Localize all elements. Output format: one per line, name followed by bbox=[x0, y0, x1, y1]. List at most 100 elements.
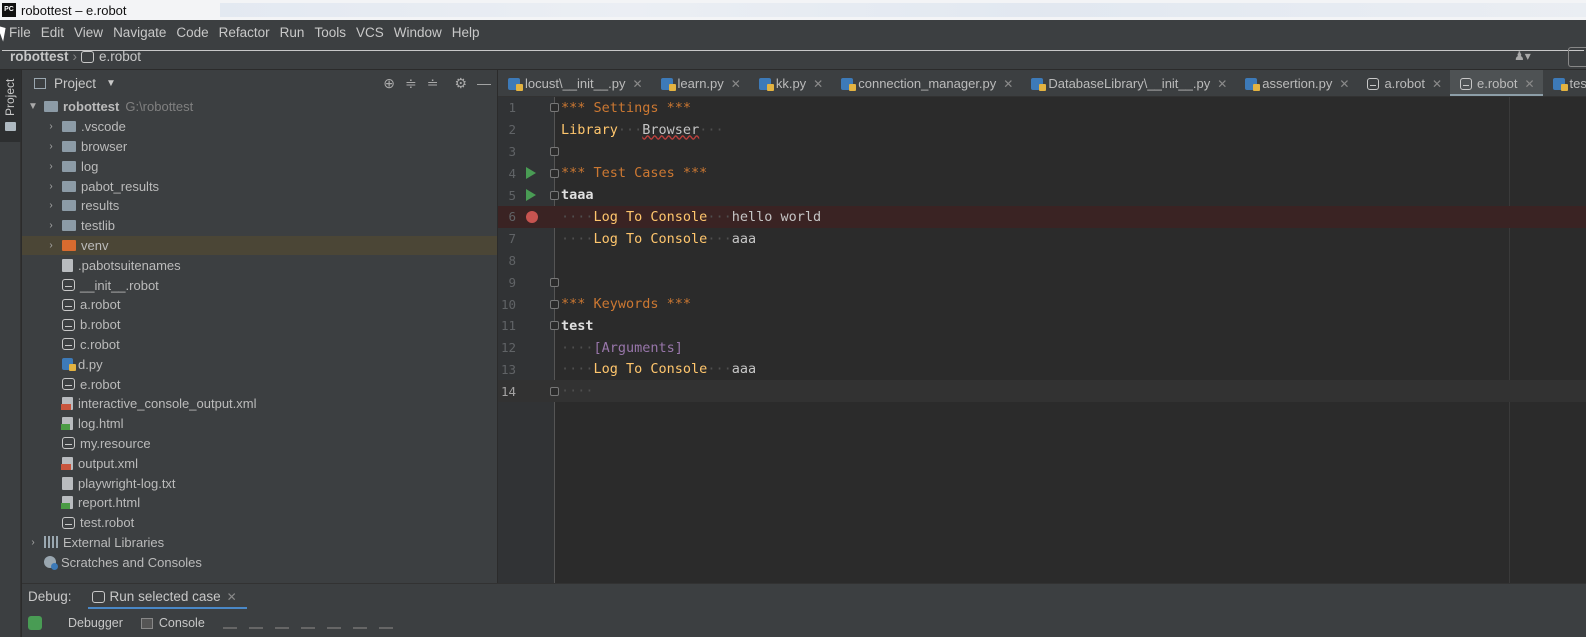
gear-icon[interactable]: ⚙ bbox=[454, 75, 467, 92]
code-line[interactable]: 12 ····[Arguments] bbox=[498, 337, 1586, 359]
close-icon[interactable]: ✕ bbox=[227, 590, 237, 604]
tree-item[interactable]: report.html bbox=[22, 493, 497, 513]
bug-icon[interactable] bbox=[28, 616, 42, 630]
close-icon[interactable]: ✕ bbox=[813, 77, 823, 91]
menu-run[interactable]: Run bbox=[275, 25, 310, 40]
fold-marker-icon[interactable] bbox=[550, 277, 559, 287]
tree-item[interactable]: › browser bbox=[22, 137, 497, 157]
tree-scratches[interactable]: Scratches and Consoles bbox=[22, 552, 497, 572]
chevron-right-icon[interactable]: › bbox=[26, 537, 40, 548]
editor-tab[interactable]: learn.py ✕ bbox=[651, 70, 749, 96]
chevron-down-icon[interactable]: ▼ bbox=[26, 101, 40, 112]
code-line[interactable]: 13 ····Log To Console···aaa bbox=[498, 359, 1586, 381]
menu-view[interactable]: View bbox=[69, 25, 108, 40]
tree-external-libraries[interactable]: › External Libraries bbox=[22, 533, 497, 553]
run-test-icon[interactable] bbox=[526, 167, 536, 180]
code-line[interactable]: 8 bbox=[498, 250, 1586, 272]
fold-marker-icon[interactable] bbox=[550, 321, 559, 331]
debugger-tab[interactable]: Debugger bbox=[68, 616, 123, 630]
minimize-icon[interactable]: — bbox=[477, 75, 491, 92]
fold-marker-icon[interactable] bbox=[550, 103, 559, 113]
step-out-icon[interactable] bbox=[326, 617, 341, 629]
close-icon[interactable]: ✕ bbox=[632, 77, 642, 91]
code-line[interactable]: 10 *** Keywords *** bbox=[498, 293, 1586, 315]
debug-session-tab[interactable]: Run selected case ✕ bbox=[87, 584, 247, 610]
step-into-icon[interactable] bbox=[274, 617, 289, 629]
tree-item[interactable]: b.robot bbox=[22, 315, 497, 335]
tree-item[interactable]: › pabot_results bbox=[22, 176, 497, 196]
project-panel-title[interactable]: Project bbox=[54, 76, 96, 91]
tree-item[interactable]: log.html bbox=[22, 414, 497, 434]
code-line[interactable]: 4 *** Test Cases *** bbox=[498, 162, 1586, 184]
fold-marker-icon[interactable] bbox=[550, 190, 559, 200]
code-line[interactable]: 6 ····Log To Console···hello world bbox=[498, 206, 1586, 228]
code-line[interactable]: 3 bbox=[498, 141, 1586, 163]
code-line[interactable]: 2 Library···Browser··· bbox=[498, 119, 1586, 141]
editor-tab[interactable]: assertion.py ✕ bbox=[1235, 70, 1357, 96]
editor-tab[interactable]: connection_manager.py ✕ bbox=[831, 70, 1021, 96]
tree-root[interactable]: ▼ robottest G:\robottest bbox=[22, 97, 497, 117]
code-line[interactable]: 5 taaa bbox=[498, 184, 1586, 206]
editor-tab[interactable]: DatabaseLibrary\__init__.py ✕ bbox=[1021, 70, 1235, 96]
close-icon[interactable]: ✕ bbox=[1003, 77, 1013, 91]
editor-tab[interactable]: locust\__init__.py ✕ bbox=[498, 70, 651, 96]
list-icon[interactable] bbox=[222, 617, 237, 629]
close-icon[interactable]: ✕ bbox=[1217, 77, 1227, 91]
tree-item[interactable]: test.robot bbox=[22, 513, 497, 533]
close-icon[interactable]: ✕ bbox=[731, 77, 741, 91]
tree-item[interactable]: › .vscode bbox=[22, 117, 497, 137]
tree-item[interactable]: output.xml bbox=[22, 453, 497, 473]
console-tab[interactable]: Console bbox=[140, 616, 205, 630]
editor-tab[interactable]: testlib. bbox=[1543, 70, 1586, 96]
run-config-button[interactable] bbox=[1568, 47, 1586, 67]
code-line[interactable]: 7 ····Log To Console···aaa bbox=[498, 228, 1586, 250]
chevron-right-icon[interactable]: › bbox=[44, 141, 58, 152]
breadcrumb-project[interactable]: robottest bbox=[10, 49, 69, 64]
editor-tab[interactable]: kk.py ✕ bbox=[749, 70, 831, 96]
chevron-right-icon[interactable]: › bbox=[44, 161, 58, 172]
tree-item[interactable]: interactive_console_output.xml bbox=[22, 394, 497, 414]
tree-item[interactable]: .pabotsuitenames bbox=[22, 255, 497, 275]
tree-item[interactable]: playwright-log.txt bbox=[22, 473, 497, 493]
tree-item[interactable]: __init__.robot bbox=[22, 275, 497, 295]
tree-item[interactable]: my.resource bbox=[22, 434, 497, 454]
menu-navigate[interactable]: Navigate bbox=[108, 25, 171, 40]
menu-window[interactable]: Window bbox=[389, 25, 447, 40]
tree-item[interactable]: › results bbox=[22, 196, 497, 216]
step-into-my-code-icon[interactable] bbox=[300, 617, 315, 629]
editor-tab[interactable]: e.robot ✕ bbox=[1450, 70, 1543, 96]
close-icon[interactable]: ✕ bbox=[1432, 77, 1442, 91]
run-to-cursor-icon[interactable] bbox=[352, 617, 367, 629]
code-editor[interactable]: 1 *** Settings *** 2 Library···Browser··· 3 4… bbox=[498, 97, 1586, 583]
breakpoint-icon[interactable] bbox=[526, 210, 538, 223]
locate-file-icon[interactable]: ⊕ bbox=[383, 75, 395, 92]
chevron-right-icon[interactable]: › bbox=[44, 200, 58, 211]
fold-marker-icon[interactable] bbox=[550, 168, 559, 178]
run-test-icon[interactable] bbox=[526, 189, 536, 202]
expand-all-icon[interactable]: ≑ bbox=[405, 75, 417, 92]
code-line[interactable]: 11 test bbox=[498, 315, 1586, 337]
menu-help[interactable]: Help bbox=[447, 25, 485, 40]
tree-item[interactable]: a.robot bbox=[22, 295, 497, 315]
menu-code[interactable]: Code bbox=[171, 25, 213, 40]
editor-tab[interactable]: a.robot ✕ bbox=[1357, 70, 1450, 96]
chevron-right-icon[interactable]: › bbox=[44, 240, 58, 251]
fold-marker-icon[interactable] bbox=[550, 146, 559, 156]
menu-tools[interactable]: Tools bbox=[309, 25, 351, 40]
menu-edit[interactable]: Edit bbox=[36, 25, 69, 40]
chevron-right-icon[interactable]: › bbox=[44, 181, 58, 192]
tree-item[interactable]: › venv bbox=[22, 235, 497, 256]
chevron-right-icon[interactable]: › bbox=[44, 220, 58, 231]
code-line[interactable]: 14 ···· bbox=[498, 380, 1586, 403]
chevron-right-icon[interactable]: › bbox=[44, 121, 58, 132]
tree-item[interactable]: d.py bbox=[22, 354, 497, 374]
breadcrumb-file[interactable]: e.robot bbox=[99, 49, 141, 64]
user-account-icon[interactable]: ♟▾ bbox=[1514, 49, 1536, 63]
tree-item[interactable]: › log bbox=[22, 156, 497, 176]
menu-vcs[interactable]: VCS bbox=[351, 25, 389, 40]
code-line[interactable]: 9 bbox=[498, 271, 1586, 293]
fold-marker-icon[interactable] bbox=[550, 299, 559, 309]
tree-item[interactable]: e.robot bbox=[22, 374, 497, 394]
fold-marker-icon[interactable] bbox=[550, 386, 559, 396]
collapse-all-icon[interactable]: ≐ bbox=[427, 75, 439, 92]
